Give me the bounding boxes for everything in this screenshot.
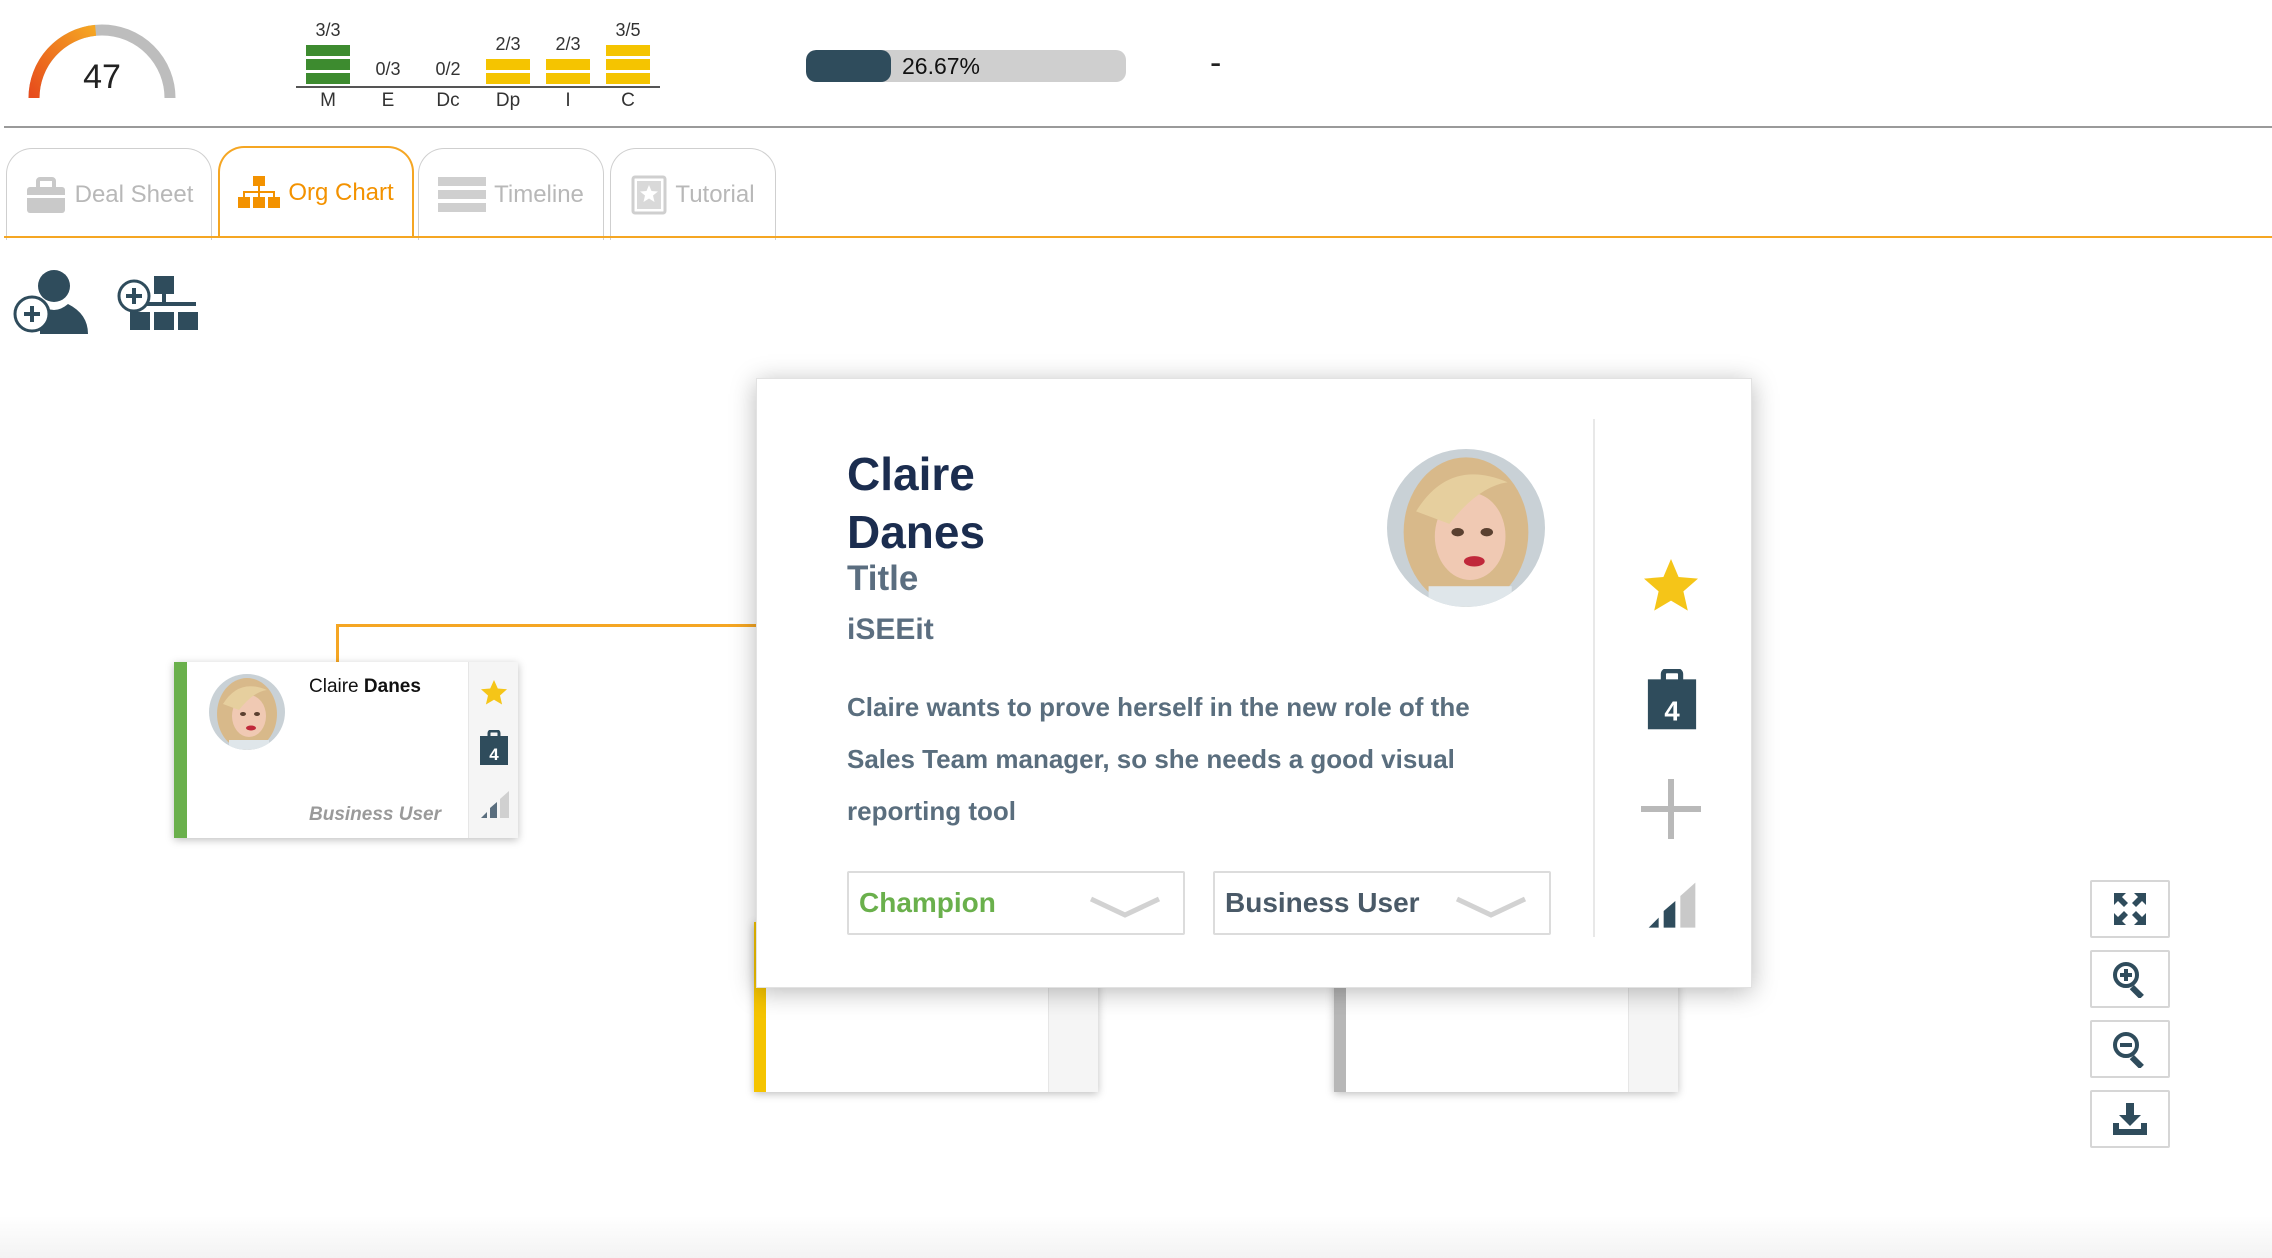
card-side-panel: 4 [468,662,518,838]
download-button[interactable] [2090,1090,2170,1148]
contact-company[interactable]: iSEEit [847,613,934,647]
chevron-down-icon [1089,896,1161,918]
signal-strength-icon[interactable] [479,790,511,820]
zoom-in-icon [2113,962,2144,998]
card-role: Business User [309,804,442,825]
score-bars [544,59,592,84]
add-person-button[interactable] [10,266,100,346]
score-letter: Dp [495,90,521,111]
first-name: Claire [847,448,975,500]
score-c: 3/5 C [604,20,652,112]
tab-tutorial[interactable]: Tutorial [610,148,776,240]
progress-fill [806,50,892,82]
score-bars [604,45,652,84]
tab-deal-sheet[interactable]: Deal Sheet [6,148,212,240]
score-fraction: 0/3 [375,59,401,79]
role-value: Business User [1225,887,1420,918]
contact-name: Claire Danes [847,445,985,561]
score-letter: C [621,90,635,111]
score-i: 2/3 I [544,34,592,112]
score-letter: M [320,90,336,111]
zoom-out-icon [2113,1032,2144,1068]
clipboard-tasks-icon[interactable]: 4 [479,730,509,766]
score-fraction: 2/3 [555,34,581,54]
score-fraction: 2/3 [495,34,521,54]
relationship-select[interactable]: Champion [847,871,1185,935]
score-segment [546,73,590,84]
score-dc: 0/2 Dc [424,59,472,112]
score-segment [306,45,350,56]
download-icon [2113,1103,2147,1135]
clipboard-tasks-icon[interactable]: 4 [1645,669,1699,731]
zoom-in-button[interactable] [2090,950,2170,1008]
score-segment [486,73,530,84]
relationship-value: Champion [859,887,996,918]
score-bars [484,59,532,84]
timeline-icon [438,176,487,212]
org-card-claire-danes[interactable]: Claire Danes Business User 4 [174,662,518,838]
add-org-unit-button[interactable] [114,266,204,346]
header-divider [4,126,2272,128]
score-m: 3/3 M [304,20,352,112]
bottom-fade [0,1216,2272,1258]
org-chart-page: 47 3/3 M 0/3 E 0/2 Dc 2/3 Dp 2/3 I 3/5 C 26.67% - D… [0,0,2272,1258]
score-segment [606,73,650,84]
briefcase-icon [26,176,65,213]
svg-text:4: 4 [489,745,499,764]
score-fraction: 3/5 [615,20,641,40]
plus-icon[interactable] [1639,777,1703,841]
contact-description[interactable]: Claire wants to prove herself in the new… [847,681,1527,837]
star-icon[interactable] [1641,557,1701,615]
score-segment [306,59,350,70]
contact-avatar [1387,449,1545,607]
score-segment [306,73,350,84]
score-segment [546,59,590,70]
score-fraction: 0/2 [435,59,461,79]
gauge-value: 47 [83,58,121,96]
progress-label: 26.67% [902,53,981,79]
role-select[interactable]: Business User [1213,871,1551,935]
contact-detail-popup: Claire Danes Title iSEEit Claire wants t… [756,378,1752,988]
status-dash: - [1210,44,1222,82]
connector-line [336,624,339,664]
score-segment [606,45,650,56]
zoom-out-button[interactable] [2090,1020,2170,1078]
star-icon[interactable] [479,678,509,708]
chevron-down-icon [1455,896,1527,918]
bookmark-star-icon [631,175,667,214]
tab-label: Tutorial [675,180,755,208]
score-fraction: 3/3 [315,20,341,40]
tab-org-chart[interactable]: Org Chart [218,146,414,238]
score-segment [606,59,650,70]
tab-underline [4,236,2272,238]
score-letter: Dc [436,90,460,111]
last-name: Danes [847,506,986,558]
stage-scores: 3/3 M 0/3 E 0/2 Dc 2/3 Dp 2/3 I 3/5 C [296,12,666,112]
contact-title[interactable]: Title [847,559,918,599]
card-name: Claire Danes [309,676,421,698]
connector-line [336,624,756,627]
fit-screen-button[interactable] [2090,880,2170,938]
score-bars [304,45,352,84]
tab-label: Deal Sheet [74,180,194,208]
avatar [209,674,285,750]
svg-text:4: 4 [1664,696,1680,727]
signal-strength-icon[interactable] [1643,881,1701,931]
add-org-chart-icon [117,276,198,330]
score-dp: 2/3 Dp [484,34,532,112]
tab-label: Org Chart [288,179,394,206]
last-name: Danes [363,676,421,697]
tab-timeline[interactable]: Timeline [418,148,604,240]
first-name: Claire [309,676,359,697]
score-letter: E [381,90,395,111]
expand-icon [2114,893,2146,925]
popup-divider [1593,419,1595,937]
score-segment [486,59,530,70]
org-chart-icon [238,176,281,208]
score-e: 0/3 E [364,59,412,112]
add-person-icon [13,270,88,334]
tab-label: Timeline [494,180,584,208]
score-letter: I [565,90,571,111]
score-gauge: 47 [22,18,182,108]
